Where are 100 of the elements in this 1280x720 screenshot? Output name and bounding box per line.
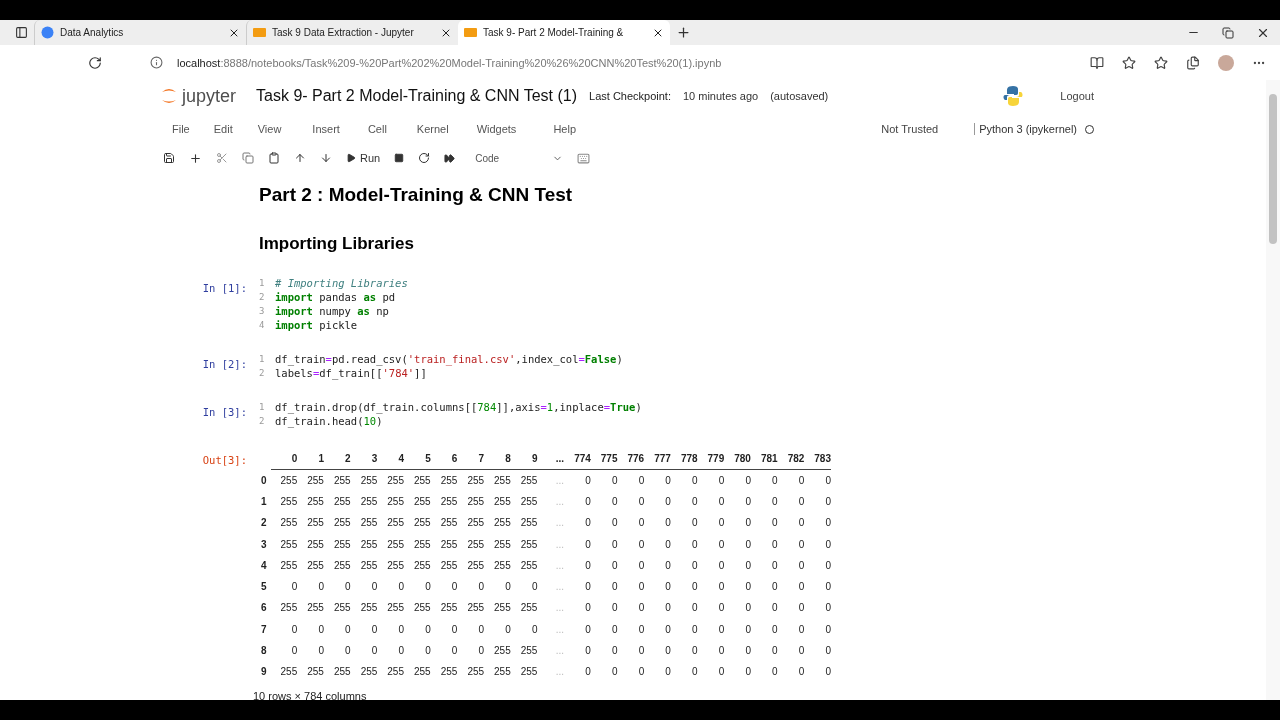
table-cell: 0 (478, 645, 485, 656)
table-cell: ... (555, 602, 565, 614)
table-cell: 0 (611, 581, 618, 593)
table-cell: 255 (280, 666, 298, 678)
table-cell: 0 (665, 645, 671, 656)
save-icon[interactable] (163, 152, 175, 164)
menu-item[interactable]: Widgets (476, 123, 517, 135)
column-header: 0 (270, 448, 298, 470)
table-summary-text: 10 rows × 784 columns (253, 690, 367, 700)
menu-item[interactable]: Kernel (416, 123, 449, 135)
paste-icon[interactable] (268, 152, 280, 164)
table-cell: 255 (333, 538, 351, 550)
table-cell: 255 (360, 495, 378, 507)
restart-icon[interactable] (418, 152, 431, 164)
move-down-icon[interactable] (320, 152, 332, 164)
table-cell: 0 (638, 538, 645, 550)
table-cell: 255 (280, 602, 298, 614)
table-cell: 0 (371, 623, 378, 635)
table-cell: 255 (307, 495, 324, 507)
table-cell: 255 (467, 495, 485, 507)
table-cell: ... (555, 645, 565, 656)
scrollbar[interactable] (1266, 80, 1280, 700)
table-cell: 255 (360, 559, 378, 571)
table-cell: 0 (772, 645, 778, 656)
table-cell: 0 (745, 623, 751, 635)
code-line: import numpy as np (275, 305, 389, 317)
favorites-icon[interactable] (1154, 55, 1168, 70)
table-cell: 0 (585, 538, 591, 550)
notebook-heading: Part 2 : Model-Training & CNN Test (259, 184, 574, 206)
table-cell: 255 (280, 517, 298, 529)
browser-tab[interactable]: Task 9- Part 2 Model-Training & (458, 20, 670, 45)
menu-item[interactable]: Edit (213, 123, 233, 135)
row-index: 9 (260, 665, 268, 680)
collections-icon[interactable] (1186, 55, 1200, 70)
cell-type-dropdown[interactable]: Code (475, 152, 564, 164)
table-cell: 255 (467, 474, 485, 486)
table-cell: 0 (798, 495, 805, 507)
move-up-icon[interactable] (294, 152, 306, 164)
reload-icon[interactable] (88, 55, 102, 70)
table-cell: 0 (798, 538, 805, 550)
table-cell: 255 (467, 666, 485, 678)
column-header: 8 (484, 448, 511, 470)
table-cell: 0 (611, 666, 618, 678)
add-cell-icon[interactable] (189, 151, 202, 165)
star-icon[interactable] (1122, 55, 1136, 70)
table-cell: 0 (692, 495, 698, 507)
table-cell: 0 (478, 581, 485, 593)
table-cell: 0 (665, 517, 671, 529)
cut-icon[interactable] (216, 152, 228, 164)
code-line: df_train.head(10) (275, 415, 383, 427)
table-cell: 255 (440, 666, 458, 678)
logout-button[interactable]: Logout (1060, 90, 1094, 102)
menu-item[interactable]: Insert (312, 123, 340, 135)
table-cell: 255 (467, 602, 485, 614)
restore-icon[interactable] (1222, 26, 1234, 39)
row-index: 3 (260, 537, 268, 552)
reader-icon[interactable] (1090, 55, 1104, 70)
table-cell: 0 (585, 474, 591, 486)
table-cell: 0 (718, 538, 725, 550)
table-cell: 255 (387, 602, 404, 614)
table-cell: 0 (692, 602, 698, 614)
notebook-title[interactable]: Task 9- Part 2 Model-Training & CNN Test (1) (256, 87, 578, 105)
table-cell: 0 (772, 538, 778, 550)
stop-icon[interactable] (394, 153, 405, 163)
menu-item[interactable]: File (172, 123, 190, 135)
table-cell: 0 (531, 581, 538, 593)
keyboard-icon[interactable] (577, 151, 591, 165)
table-cell: 0 (345, 581, 351, 593)
jupyter-logo[interactable]: jupyter (160, 85, 237, 107)
table-cell: 0 (425, 645, 431, 656)
table-cell: 0 (718, 623, 725, 635)
column-header: 7 (457, 448, 485, 470)
column-header: 6 (430, 448, 458, 470)
table-cell: 255 (467, 538, 485, 550)
table-cell: 0 (398, 623, 404, 635)
table-cell: 0 (692, 474, 698, 486)
table-cell: 0 (345, 645, 351, 656)
menu-item[interactable]: Help (553, 123, 576, 135)
copy-icon[interactable] (242, 152, 254, 164)
table-cell: 0 (665, 666, 671, 678)
line-number: 2 (259, 292, 266, 302)
trust-status[interactable]: Not Trusted (881, 123, 939, 135)
column-header: 777 (644, 448, 671, 470)
menu-item[interactable]: View (257, 123, 282, 135)
run-button[interactable]: Run (346, 152, 381, 164)
table-cell: 0 (585, 602, 591, 614)
table-cell: 255 (387, 538, 404, 550)
table-cell: 255 (333, 474, 351, 486)
table-cell: 0 (772, 666, 778, 678)
table-cell: 0 (718, 474, 725, 486)
address-field[interactable]: localhost:8888/notebooks/Task%209-%20Part%202%20Model-Training%20%26%20CNN%20Test%20(1).ipynb (177, 56, 722, 69)
info-icon[interactable] (150, 56, 163, 69)
table-cell: 0 (425, 581, 431, 593)
menu-item[interactable]: Cell (367, 123, 387, 135)
table-cell: 255 (494, 517, 511, 529)
column-header: 779 (697, 448, 725, 470)
table-cell: 255 (494, 645, 511, 656)
table-cell: 255 (414, 538, 431, 550)
fast-forward-icon[interactable] (444, 152, 456, 164)
table-cell: 0 (718, 517, 725, 529)
